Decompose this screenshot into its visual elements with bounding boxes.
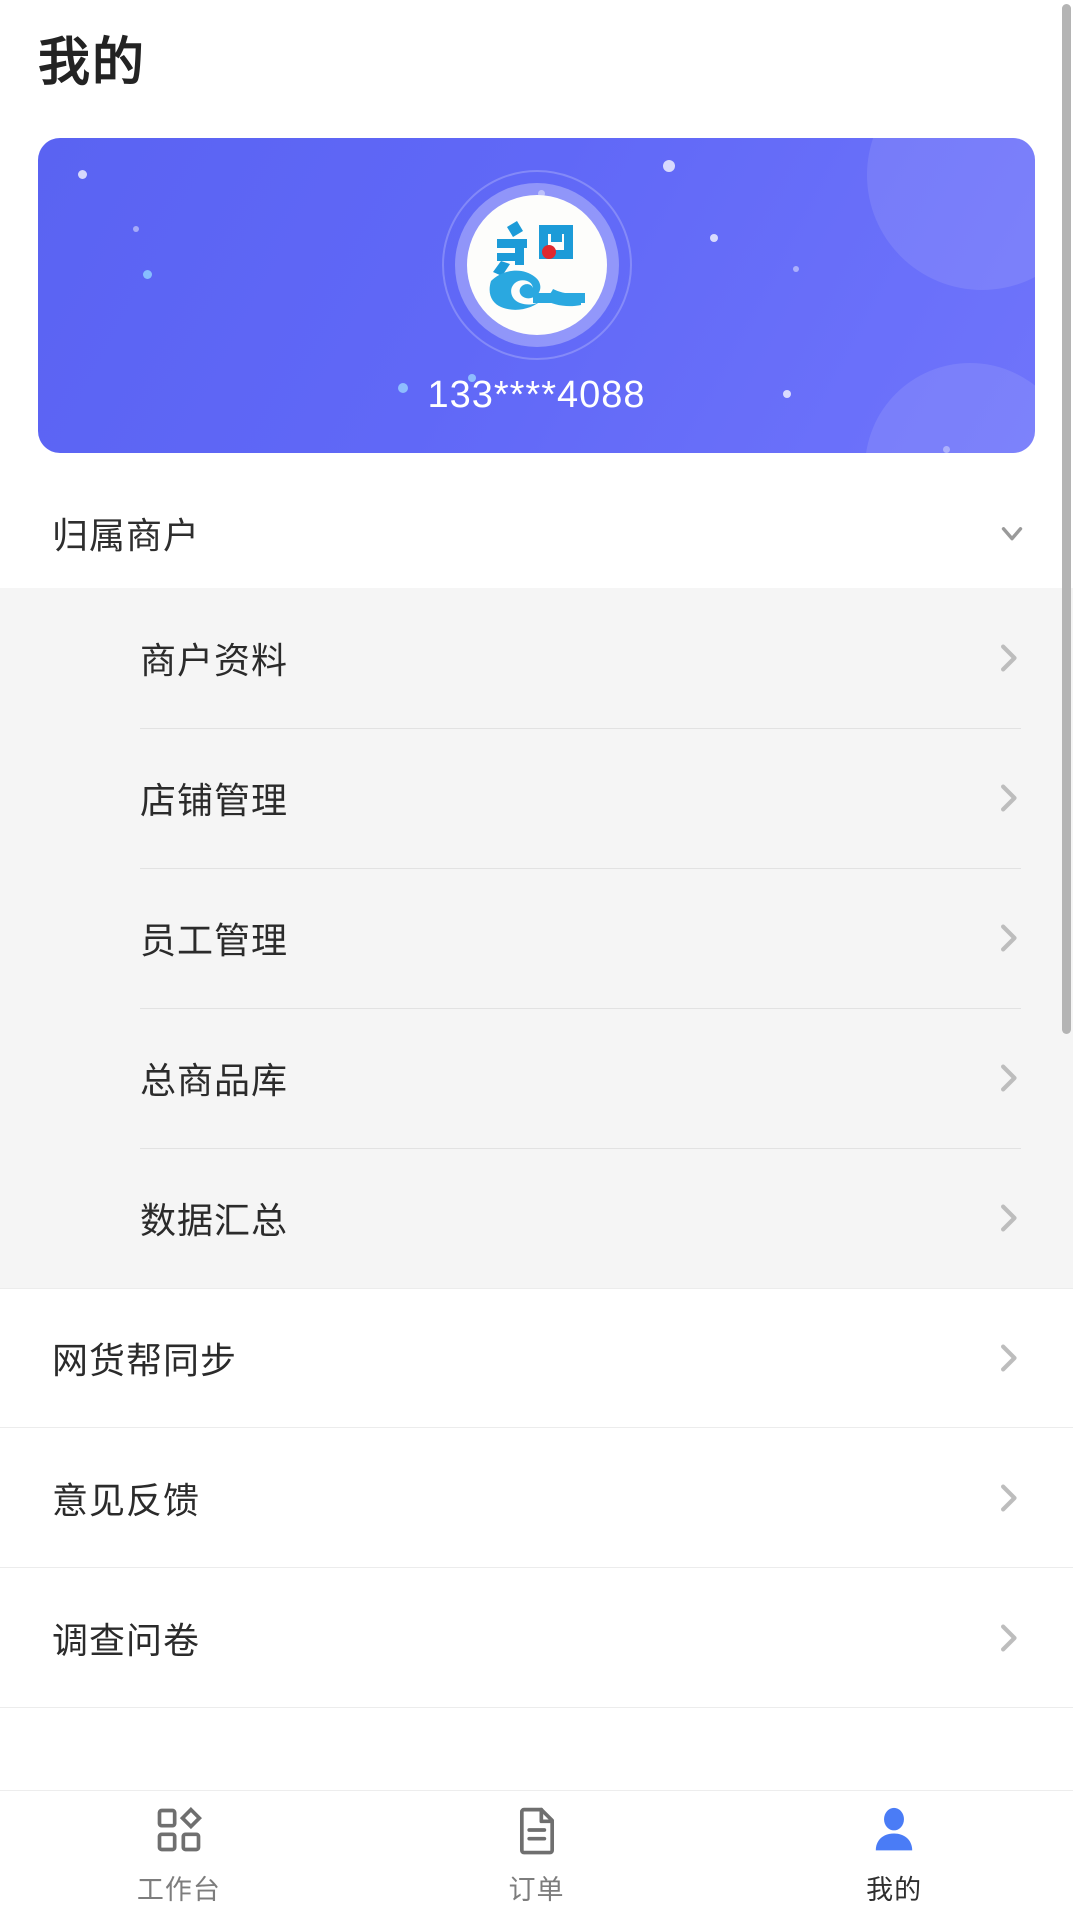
- list-item[interactable]: 意见反馈: [0, 1428, 1073, 1568]
- scrollbar[interactable]: [1062, 0, 1073, 1790]
- chevron-right-icon: [995, 918, 1021, 958]
- list-item[interactable]: 总商品库: [140, 1008, 1073, 1148]
- decorative-dot: [143, 270, 152, 279]
- decorative-dot: [78, 170, 87, 179]
- chevron-down-icon[interactable]: [995, 516, 1029, 550]
- decorative-dot: [710, 234, 718, 242]
- scrollbar-thumb[interactable]: [1062, 4, 1071, 1034]
- page-title: 我的: [38, 34, 147, 92]
- list-item-label: 商户资料: [140, 640, 289, 681]
- chevron-right-icon: [995, 1338, 1021, 1378]
- decorative-dot: [793, 266, 799, 272]
- list-item-label: 网货帮同步: [52, 1340, 238, 1381]
- tab-label: 订单: [508, 1874, 565, 1905]
- merchant-section-label: 归属商户: [52, 515, 201, 556]
- decorative-circle-top-right: [867, 138, 1035, 290]
- chevron-right-icon: [995, 778, 1021, 818]
- tab-label: 工作台: [136, 1874, 221, 1905]
- zhi-logo-avatar-icon: [466, 195, 607, 335]
- chevron-right-icon: [995, 1198, 1021, 1238]
- list-item[interactable]: 数据汇总: [140, 1148, 1073, 1288]
- decorative-dot: [663, 160, 675, 172]
- scrollable-content[interactable]: 我的 133****4088 归属商户 商户资料 店铺管理 员工管理 总商品库 …: [0, 0, 1073, 1790]
- list-item[interactable]: 员工管理: [140, 868, 1073, 1008]
- chevron-right-icon: [995, 1618, 1021, 1658]
- list-item-label: 店铺管理: [140, 780, 289, 821]
- mobile-screen: 我的 133****4088 归属商户 商户资料 店铺管理 员工管理 总商品库 …: [0, 0, 1073, 1913]
- list-item-label: 总商品库: [140, 1060, 289, 1101]
- chevron-right-icon: [995, 1058, 1021, 1098]
- phone-number: 133****4088: [427, 374, 646, 416]
- chevron-right-icon: [995, 638, 1021, 678]
- tab-label: 我的: [866, 1874, 923, 1905]
- merchant-sub-list: 商户资料 店铺管理 员工管理 总商品库 数据汇总: [0, 588, 1073, 1288]
- tab-workbench[interactable]: 工作台: [0, 1791, 358, 1913]
- tab-profile[interactable]: 我的: [715, 1791, 1073, 1913]
- list-item[interactable]: 调查问卷: [0, 1568, 1073, 1708]
- tab-orders[interactable]: 订单: [358, 1791, 716, 1913]
- decorative-dot: [133, 226, 139, 232]
- list-item[interactable]: 商户资料: [140, 588, 1073, 728]
- list-item-label: 员工管理: [140, 920, 289, 961]
- merchant-section-header[interactable]: 归属商户: [0, 478, 1073, 588]
- profile-person-icon: [866, 1802, 922, 1858]
- list-item[interactable]: 店铺管理: [140, 728, 1073, 868]
- list-item-label: 数据汇总: [140, 1200, 289, 1241]
- list-item-label: 意见反馈: [52, 1480, 201, 1521]
- profile-card[interactable]: 133****4088: [38, 138, 1035, 453]
- list-item-label: 调查问卷: [52, 1620, 201, 1661]
- list-item[interactable]: 网货帮同步: [0, 1288, 1073, 1428]
- chevron-right-icon: [995, 1478, 1021, 1518]
- order-document-icon: [509, 1802, 565, 1858]
- decorative-dot: [943, 446, 950, 453]
- workbench-grid-icon: [151, 1802, 207, 1858]
- avatar[interactable]: [441, 170, 632, 360]
- other-options-list: 网货帮同步 意见反馈 调查问卷: [0, 1288, 1073, 1708]
- bottom-tab-bar: 工作台 订单 我的: [0, 1790, 1073, 1913]
